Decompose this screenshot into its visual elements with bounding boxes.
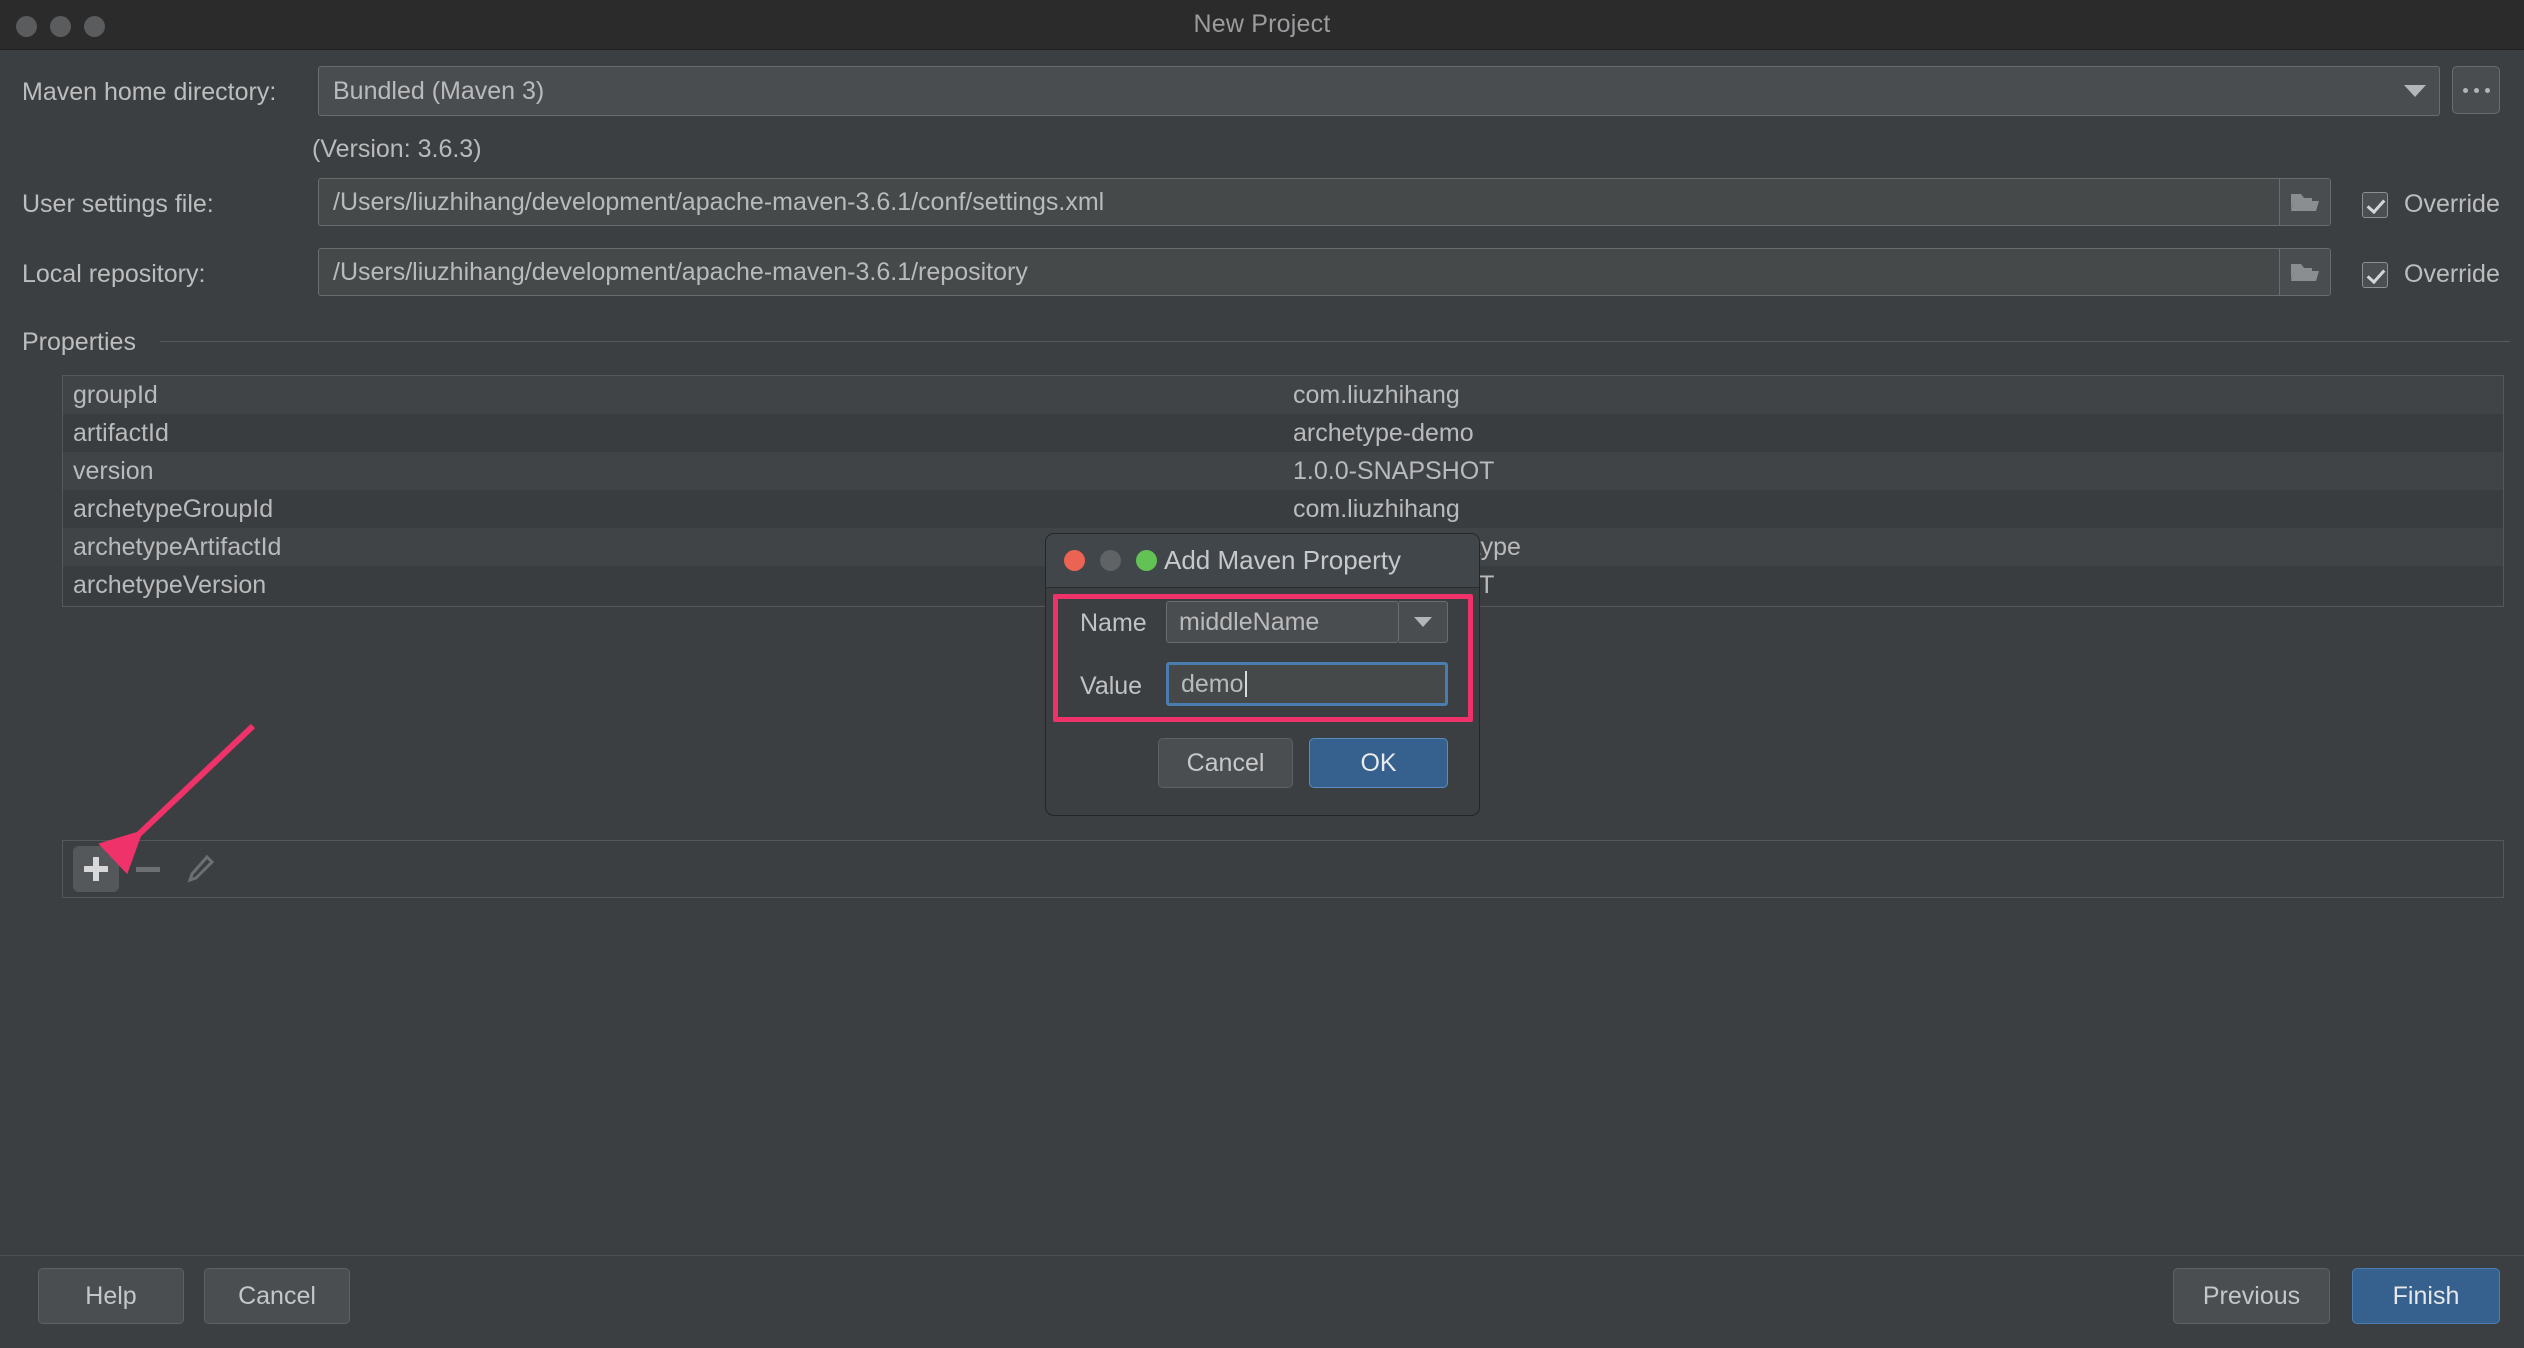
table-row[interactable]: archetypeGroupId com.liuzhihang	[63, 490, 2503, 528]
maven-home-browse-button[interactable]	[2452, 66, 2500, 114]
new-project-window: New Project Maven home directory: Bundle…	[0, 0, 2524, 1348]
local-repository-browse-button[interactable]	[2279, 249, 2330, 295]
user-settings-input[interactable]: /Users/liuzhihang/development/apache-mav…	[318, 178, 2331, 226]
help-button[interactable]: Help	[38, 1268, 184, 1324]
property-value: com.liuzhihang	[1293, 380, 1460, 409]
add-property-button[interactable]	[73, 846, 119, 892]
ellipsis-icon	[2473, 87, 2479, 93]
properties-table-toolbar	[62, 840, 2504, 898]
minimize-button-icon[interactable]	[50, 16, 71, 37]
dialog-traffic-lights	[1064, 550, 1157, 571]
name-field-input[interactable]: middleName	[1166, 601, 1399, 643]
local-repository-override-label: Override	[2404, 260, 2500, 288]
window-title: New Project	[1193, 10, 1331, 38]
property-name: artifactId	[73, 418, 169, 447]
property-value: 1.0.0-SNAPSHOT	[1293, 456, 1495, 485]
name-field-dropdown-button[interactable]	[1399, 601, 1448, 643]
dialog-ok-button[interactable]: OK	[1309, 738, 1448, 788]
dialog-zoom-button-icon[interactable]	[1136, 550, 1157, 571]
local-repository-override-checkbox[interactable]: Override	[2362, 260, 2500, 289]
dialog-body: Name middleName Value demo	[1046, 588, 1479, 723]
folder-icon	[2291, 194, 2319, 211]
folder-icon	[2291, 264, 2319, 281]
edit-pencil-icon	[187, 854, 215, 883]
user-settings-override-checkbox[interactable]: Override	[2362, 190, 2500, 219]
table-row[interactable]: groupId com.liuzhihang	[63, 376, 2503, 414]
checkbox-checked-icon[interactable]	[2362, 261, 2388, 288]
properties-group-label: Properties	[22, 328, 136, 356]
finish-button[interactable]: Finish	[2352, 1268, 2500, 1324]
table-row[interactable]: version 1.0.0-SNAPSHOT	[63, 452, 2503, 490]
ellipsis-icon	[2462, 87, 2468, 93]
zoom-button-icon[interactable]	[84, 16, 105, 37]
user-settings-override-label: Override	[2404, 190, 2500, 218]
footer-divider	[0, 1255, 2524, 1256]
property-name: groupId	[73, 380, 158, 409]
add-maven-property-dialog: Add Maven Property Name middleName Value…	[1045, 533, 1480, 816]
property-name: archetypeGroupId	[73, 494, 274, 523]
dialog-titlebar: Add Maven Property	[1046, 534, 1479, 588]
maven-home-dropdown-button[interactable]	[2390, 66, 2440, 116]
user-settings-label: User settings file:	[22, 190, 214, 218]
window-titlebar: New Project	[0, 0, 2524, 50]
traffic-light-group	[16, 16, 105, 37]
value-field-text: demo	[1181, 669, 1244, 698]
dialog-minimize-button-icon[interactable]	[1100, 550, 1121, 571]
dialog-close-button-icon[interactable]	[1064, 550, 1085, 571]
property-value: archetype-demo	[1293, 418, 1474, 447]
edit-property-button[interactable]	[177, 846, 223, 892]
dialog-cancel-button[interactable]: Cancel	[1158, 738, 1293, 788]
user-settings-browse-button[interactable]	[2279, 179, 2330, 225]
maven-home-label: Maven home directory:	[22, 78, 277, 106]
maven-home-combo-input[interactable]: Bundled (Maven 3)	[318, 66, 2398, 116]
checkbox-checked-icon[interactable]	[2362, 191, 2388, 218]
value-field-label: Value	[1080, 672, 1143, 700]
property-value: com.liuzhihang	[1293, 494, 1460, 523]
minus-icon	[136, 866, 160, 872]
name-field-label: Name	[1080, 609, 1147, 637]
property-name: version	[73, 456, 154, 485]
text-cursor	[1244, 671, 1247, 697]
remove-property-button[interactable]	[125, 846, 171, 892]
value-field-input[interactable]: demo	[1166, 662, 1448, 706]
maven-version-note: (Version: 3.6.3)	[312, 135, 482, 163]
ellipsis-icon	[2484, 87, 2490, 93]
chevron-down-icon	[2403, 85, 2426, 97]
cancel-button[interactable]: Cancel	[204, 1268, 350, 1324]
local-repository-input[interactable]: /Users/liuzhihang/development/apache-mav…	[318, 248, 2331, 296]
previous-button[interactable]: Previous	[2173, 1268, 2330, 1324]
plus-icon	[84, 857, 108, 881]
local-repository-label: Local repository:	[22, 260, 206, 288]
chevron-down-icon	[1414, 617, 1432, 627]
close-button-icon[interactable]	[16, 16, 37, 37]
properties-group-divider	[160, 341, 2510, 342]
table-row[interactable]: artifactId archetype-demo	[63, 414, 2503, 452]
